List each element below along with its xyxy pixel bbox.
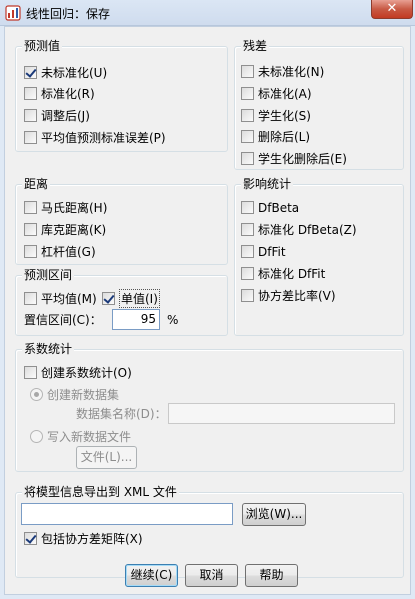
file-button[interactable]: 文件(L)... — [76, 446, 137, 469]
residual-unstandardized-checkbox[interactable]: 未标准化(N) — [241, 63, 324, 80]
checkbox-box[interactable] — [241, 87, 254, 100]
confidence-interval-label: 置信区间(C)： — [24, 313, 102, 327]
checkbox-box[interactable] — [24, 109, 37, 122]
radio-circle[interactable] — [30, 388, 43, 401]
browse-button[interactable]: 浏览(W)... — [242, 503, 306, 526]
influence-title: 影响统计 — [241, 177, 294, 191]
dialog-client: 预测值 未标准化(U) 标准化(R) 调整后(J) 平均值预测标准误差(P) 残… — [4, 26, 411, 595]
checkbox-label: 协方差比率(V) — [258, 289, 336, 303]
dffit-checkbox[interactable]: DfFit — [241, 243, 286, 260]
checkbox-box[interactable] — [102, 292, 115, 305]
radio-circle[interactable] — [30, 430, 43, 443]
checkbox-box[interactable] — [241, 267, 254, 280]
spss-app-icon — [5, 5, 21, 21]
checkbox-box[interactable] — [241, 289, 254, 302]
write-new-file-radio[interactable]: 写入新数据文件 — [30, 428, 131, 445]
create-new-dataset-radio[interactable]: 创建新数据集 — [30, 386, 119, 403]
residual-deleted-checkbox[interactable]: 删除后(L) — [241, 128, 310, 145]
cancel-button[interactable]: 取消 — [185, 564, 238, 587]
checkbox-label: DfBeta — [258, 200, 300, 215]
radio-label: 创建新数据集 — [47, 388, 120, 402]
checkbox-label: 创建系数统计(O) — [41, 366, 132, 380]
close-button[interactable]: ✕ — [371, 0, 413, 19]
checkbox-box[interactable] — [24, 366, 37, 379]
checkbox-box[interactable] — [24, 245, 37, 258]
checkbox-box[interactable] — [241, 245, 254, 258]
checkbox-label: DfFit — [258, 244, 286, 259]
distances-title: 距离 — [22, 177, 51, 191]
cooks-checkbox[interactable]: 库克距离(K) — [24, 221, 106, 238]
percent-sign: % — [167, 312, 179, 327]
checkbox-box[interactable] — [24, 201, 37, 214]
predicted-unstandardized-checkbox[interactable]: 未标准化(U) — [24, 64, 107, 81]
leverage-checkbox[interactable]: 杠杆值(G) — [24, 243, 96, 260]
checkbox-label: 调整后(J) — [41, 109, 90, 123]
checkbox-box[interactable] — [24, 223, 37, 236]
continue-button[interactable]: 继续(C) — [125, 564, 178, 587]
std-dfbeta-checkbox[interactable]: 标准化 DfBeta(Z) — [241, 221, 357, 238]
checkbox-label: 马氏距离(H) — [41, 201, 108, 215]
covariance-ratio-checkbox[interactable]: 协方差比率(V) — [241, 287, 336, 304]
dataset-name-label: 数据集名称(D)： — [76, 407, 167, 421]
checkbox-box[interactable] — [241, 152, 254, 165]
std-dffit-checkbox[interactable]: 标准化 DfFit — [241, 265, 325, 282]
window-title: 线性回归：保存 — [26, 7, 111, 21]
checkbox-box[interactable] — [24, 131, 37, 144]
checkbox-label: 未标准化(U) — [41, 66, 108, 80]
confidence-interval-input[interactable]: 95 — [112, 309, 160, 330]
interval-mean-checkbox[interactable]: 平均值(M) — [24, 290, 97, 307]
mahalanobis-checkbox[interactable]: 马氏距离(H) — [24, 199, 107, 216]
checkbox-label: 包括协方差矩阵(X) — [41, 532, 143, 546]
checkbox-label: 平均值预测标准误差(P) — [41, 131, 166, 145]
checkbox-box[interactable] — [241, 130, 254, 143]
checkbox-label: 标准化(A) — [258, 87, 312, 101]
radio-label: 写入新数据文件 — [47, 430, 132, 444]
checkbox-box[interactable] — [241, 201, 254, 214]
close-icon: ✕ — [386, 1, 398, 16]
residuals-title: 残差 — [241, 39, 270, 53]
interval-individual-checkbox[interactable]: 单值(I) — [102, 289, 160, 308]
xml-file-path-input[interactable] — [21, 503, 233, 525]
checkbox-box[interactable] — [241, 109, 254, 122]
checkbox-label: 删除后(L) — [258, 130, 311, 144]
title-bar: 线性回归：保存 ✕ — [0, 0, 415, 26]
predicted-adjusted-checkbox[interactable]: 调整后(J) — [24, 107, 90, 124]
predicted-standardized-checkbox[interactable]: 标准化(R) — [24, 85, 95, 102]
checkbox-box[interactable] — [24, 532, 37, 545]
dfbeta-checkbox[interactable]: DfBeta — [241, 199, 299, 216]
residual-studentized-checkbox[interactable]: 学生化(S) — [241, 107, 311, 124]
help-button[interactable]: 帮助 — [245, 564, 298, 587]
prediction-intervals-title: 预测区间 — [22, 268, 75, 282]
residual-standardized-checkbox[interactable]: 标准化(A) — [241, 85, 312, 102]
checkbox-box[interactable] — [24, 66, 37, 79]
checkbox-label: 标准化 DfFit — [258, 267, 326, 281]
residual-studentized-deleted-checkbox[interactable]: 学生化删除后(E) — [241, 150, 347, 167]
predicted-values-title: 预测值 — [22, 39, 63, 53]
coefficient-stats-title: 系数统计 — [22, 342, 75, 356]
checkbox-box[interactable] — [241, 223, 254, 236]
checkbox-label: 学生化删除后(E) — [258, 152, 347, 166]
checkbox-label: 平均值(M) — [41, 292, 97, 306]
checkbox-box[interactable] — [24, 292, 37, 305]
predicted-se-mean-checkbox[interactable]: 平均值预测标准误差(P) — [24, 129, 166, 146]
xml-export-title: 将模型信息导出到 XML 文件 — [22, 485, 179, 499]
checkbox-box[interactable] — [241, 65, 254, 78]
checkbox-label: 标准化 DfBeta(Z) — [258, 223, 357, 237]
checkbox-label: 标准化(R) — [41, 87, 95, 101]
checkbox-label: 未标准化(N) — [258, 65, 325, 79]
include-covariance-checkbox[interactable]: 包括协方差矩阵(X) — [24, 530, 143, 547]
dataset-name-input[interactable] — [168, 403, 395, 424]
checkbox-label: 杠杆值(G) — [41, 245, 96, 259]
checkbox-label: 单值(I) — [119, 289, 160, 308]
checkbox-box[interactable] — [24, 87, 37, 100]
create-coefficient-stats-checkbox[interactable]: 创建系数统计(O) — [24, 364, 132, 381]
checkbox-label: 学生化(S) — [258, 109, 311, 123]
checkbox-label: 库克距离(K) — [41, 223, 107, 237]
